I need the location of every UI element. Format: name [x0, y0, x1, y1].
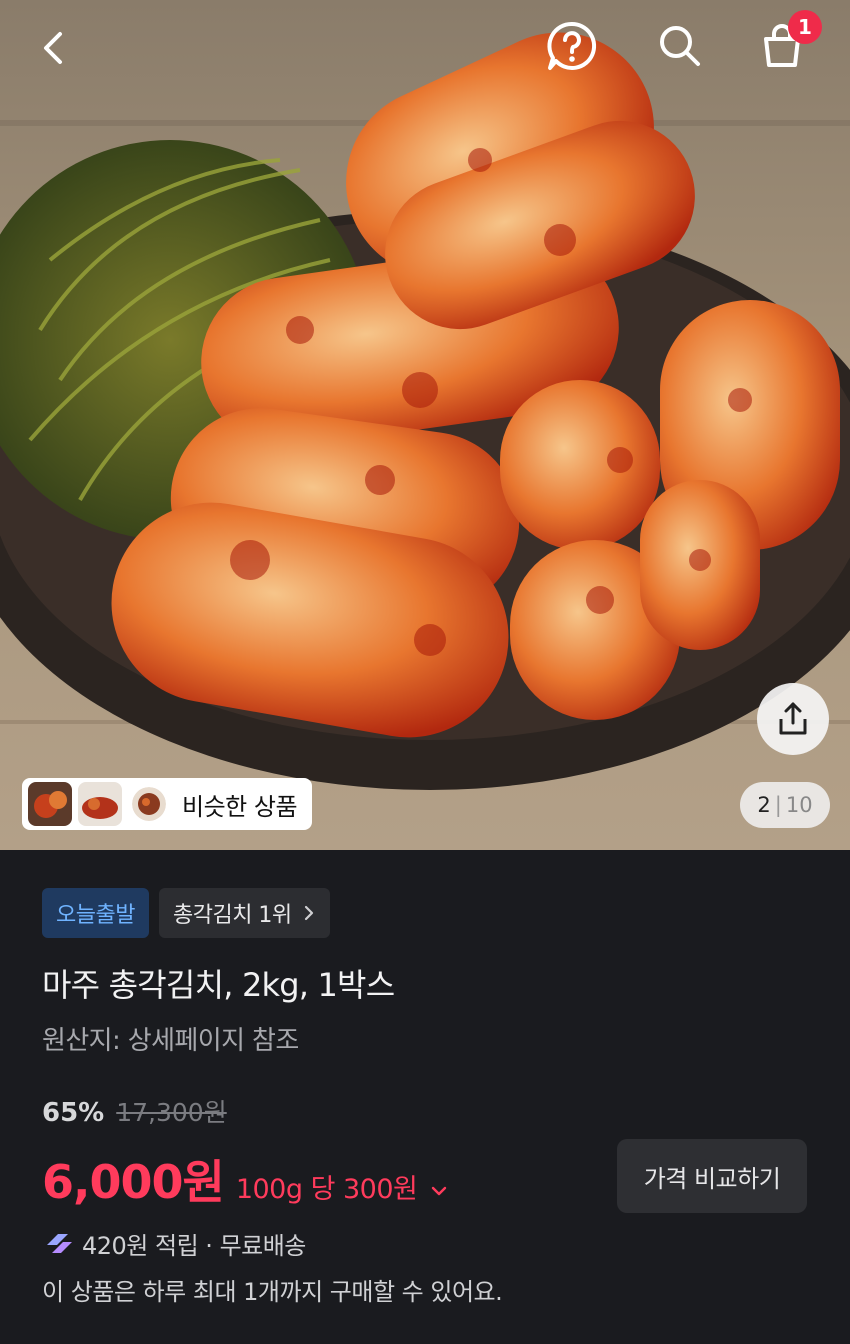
similar-product-thumbnail	[78, 782, 122, 826]
reward-shipping-text: 420원 적립 · 무료배송	[82, 1232, 306, 1260]
discount-rate: 65%	[42, 1098, 105, 1128]
search-button[interactable]	[648, 14, 712, 78]
similar-products-label: 비슷한 상품	[182, 792, 298, 821]
gallery-page-counter: 2 | 10	[740, 782, 830, 828]
unit-price: 100g 당 300원	[235, 1174, 418, 1205]
product-title: 마주 총각김치, 2kg, 1박스	[42, 966, 395, 1004]
product-image-gallery[interactable]: 1 비슷한 상품 2 | 10	[0, 0, 850, 850]
current-page: 2	[757, 793, 771, 817]
search-icon	[660, 26, 700, 66]
similar-product-thumbnail	[28, 782, 72, 826]
discount-row: 65% 17,300원	[42, 1093, 227, 1129]
product-photo	[0, 0, 850, 850]
share-icon	[779, 702, 807, 735]
help-button[interactable]	[540, 14, 604, 78]
original-price: 17,300원	[116, 1098, 227, 1127]
question-bubble-icon	[547, 21, 597, 70]
share-button[interactable]	[757, 683, 829, 755]
chevron-down-icon	[432, 1186, 447, 1196]
sale-price: 6,000원	[42, 1155, 225, 1209]
category-rank-label: 총각김치 1위	[172, 903, 292, 928]
cart-count-badge: 1	[788, 10, 822, 44]
reward-shipping-row: 420원 적립 · 무료배송	[44, 1226, 306, 1261]
chevron-left-icon	[44, 32, 62, 64]
purchase-limit-note: 이 상품은 하루 최대 1개까지 구매할 수 있어요.	[42, 1278, 503, 1306]
total-pages: 10	[785, 793, 813, 817]
page-separator: |	[774, 793, 782, 817]
product-info: 오늘출발 총각김치 1위 마주 총각김치, 2kg, 1박스 원산지: 상세페이…	[0, 850, 850, 1344]
reward-points-icon	[47, 1233, 72, 1253]
price-row: 6,000원 100g 당 300원	[42, 1146, 449, 1212]
compare-prices-button[interactable]: 가격 비교하기	[617, 1139, 807, 1213]
category-rank-badge[interactable]: 총각김치 1위	[158, 888, 330, 938]
similar-products-button[interactable]: 비슷한 상품	[22, 778, 312, 830]
product-origin: 원산지: 상세페이지 참조	[42, 1026, 299, 1056]
similar-product-thumbnail	[132, 787, 166, 821]
chevron-right-icon	[304, 905, 313, 921]
product-page: 1 비슷한 상품 2 | 10 오늘출발 총각김치 1위 마주 총각김치, 2k…	[0, 0, 850, 1344]
back-button[interactable]	[22, 16, 86, 80]
same-day-shipping-badge: 오늘출발	[42, 888, 149, 938]
unit-price-toggle[interactable]: 100g 당 300원	[236, 1167, 450, 1206]
product-badges: 오늘출발 총각김치 1위	[42, 888, 330, 938]
